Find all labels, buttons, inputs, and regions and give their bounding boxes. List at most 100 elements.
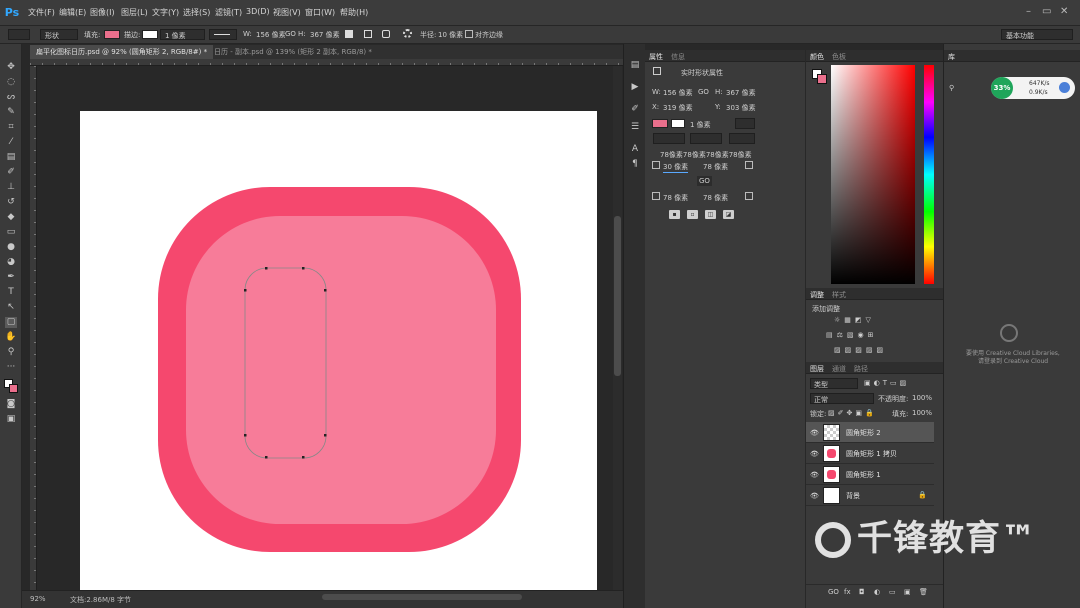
exclude-shape-icon[interactable]: ◪ — [723, 210, 734, 219]
paragraph-panel-icon[interactable]: ¶ — [629, 159, 641, 170]
menu-help[interactable]: 帮助(H) — [340, 7, 368, 18]
rounded-rectangle-tool-icon[interactable]: ▢ — [5, 317, 17, 328]
screen-mode-icon[interactable]: ▣ — [5, 414, 17, 425]
prop-stroke-dropdown[interactable] — [735, 118, 755, 129]
prop-caps-dropdown[interactable] — [690, 133, 722, 144]
menu-3d[interactable]: 3D(D) — [246, 7, 270, 16]
lock-icons[interactable]: ▨✐✥▣🔒 — [828, 409, 877, 417]
fx-icon[interactable]: fx — [844, 588, 851, 596]
prop-w-field[interactable]: 156 像素 — [663, 88, 693, 98]
gradient-tool-icon[interactable]: ▭ — [5, 227, 17, 238]
adjustment-icons-row-2[interactable]: ▤⚖▧◉⊞ — [826, 331, 877, 339]
menu-window[interactable]: 窗口(W) — [305, 7, 335, 18]
path-arrangement-icon[interactable] — [382, 30, 390, 38]
color-bg-swatch[interactable] — [817, 74, 827, 84]
prop-h-field[interactable]: 367 像素 — [726, 88, 756, 98]
tab-libraries[interactable]: 库 — [948, 52, 955, 62]
adjustment-icons-row-3[interactable]: ▨▨▨▨▨ — [834, 346, 887, 354]
canvas-vertical-scrollbar[interactable] — [613, 66, 622, 590]
layer-filter-icons[interactable]: ▣◐T▭▨ — [864, 379, 909, 387]
opacity-field[interactable]: 100% — [912, 394, 932, 402]
document-canvas[interactable] — [80, 111, 597, 590]
menu-view[interactable]: 视图(V) — [273, 7, 301, 18]
radius-field[interactable]: 10 像素 — [438, 30, 463, 40]
brush-presets-icon[interactable]: ✐ — [629, 104, 641, 115]
character-panel-icon[interactable]: A — [629, 144, 641, 155]
w-field[interactable]: 156 像素 — [256, 30, 286, 40]
more-tools-icon[interactable]: ··· — [5, 362, 17, 373]
tab-calendar-copy-doc[interactable]: 日历 - 副本.psd @ 139% (矩形 2 副本, RGB/8) * — [208, 45, 378, 59]
prop-link-icon[interactable]: GO — [698, 88, 709, 96]
marquee-tool-icon[interactable]: ◌ — [5, 77, 17, 88]
inner-rounded-rectangle[interactable] — [186, 216, 496, 524]
restore-icon[interactable]: ▭ — [1042, 6, 1051, 17]
eyedropper-tool-icon[interactable]: ⁄ — [5, 137, 17, 148]
menu-file[interactable]: 文件(F) — [28, 7, 55, 18]
new-layer-icon[interactable]: ▣ — [904, 588, 911, 596]
dodge-tool-icon[interactable]: ◕ — [5, 257, 17, 268]
gear-icon[interactable] — [403, 29, 412, 38]
layer-row-rounded-rect-1-copy[interactable]: 👁 圆角矩形 1 拷贝 — [806, 443, 934, 464]
prop-corners-dropdown[interactable] — [729, 133, 755, 144]
lasso-tool-icon[interactable]: ᔕ — [5, 92, 17, 103]
prop-x-field[interactable]: 319 像素 — [663, 103, 693, 113]
horizontal-scroll-thumb[interactable] — [322, 594, 522, 600]
layer-name[interactable]: 圆角矩形 1 — [846, 470, 881, 480]
prop-stroke-swatch[interactable] — [671, 119, 685, 128]
blur-tool-icon[interactable]: ● — [5, 242, 17, 253]
path-selection-tool-icon[interactable]: ↖ — [5, 302, 17, 313]
path-operations-icon[interactable] — [345, 30, 353, 38]
tab-channels[interactable]: 通道 — [832, 364, 846, 374]
layer-row-background[interactable]: 👁 背景 🔒 — [806, 485, 934, 506]
tab-calendar-icon-doc[interactable]: 扁平化图标日历.psd @ 92% (圆角矩形 2, RGB/8#) * — [30, 45, 214, 59]
layer-name[interactable]: 圆角矩形 2 — [846, 428, 881, 438]
healing-brush-tool-icon[interactable]: ▤ — [5, 152, 17, 163]
hue-slider[interactable] — [924, 65, 934, 284]
prop-align-dropdown[interactable] — [653, 133, 685, 144]
quick-select-tool-icon[interactable]: ✎ — [5, 107, 17, 118]
tab-properties[interactable]: 属性 — [649, 52, 663, 62]
layer-row-rounded-rect-2[interactable]: 👁 圆角矩形 2 — [806, 422, 934, 443]
add-mask-icon[interactable]: ◘ — [859, 588, 865, 596]
menu-filter[interactable]: 滤镜(T) — [215, 7, 242, 18]
h-field[interactable]: 367 像素 — [310, 30, 340, 40]
eye-icon[interactable]: 👁 — [810, 471, 819, 479]
corner-bl-field[interactable]: 78 像素 — [663, 193, 688, 203]
vertical-scroll-thumb[interactable] — [614, 216, 621, 376]
path-alignment-icon[interactable] — [364, 30, 372, 38]
eye-icon[interactable]: 👁 — [810, 450, 819, 458]
tab-swatches[interactable]: 色板 — [832, 52, 846, 62]
group-icon[interactable]: ▭ — [889, 588, 896, 596]
prop-y-field[interactable]: 303 像素 — [726, 103, 756, 113]
type-tool-icon[interactable]: T — [5, 287, 17, 298]
stroke-type-select[interactable] — [209, 29, 237, 40]
tab-color[interactable]: 颜色 — [810, 52, 824, 62]
brush-tool-icon[interactable]: ✐ — [5, 167, 17, 178]
tool-preset-picker[interactable] — [8, 29, 30, 40]
menu-select[interactable]: 选择(S) — [183, 7, 210, 18]
crop-tool-icon[interactable]: ⌗ — [5, 122, 17, 133]
blend-mode-select[interactable]: 正常 — [810, 393, 874, 404]
adjustment-icons-row-1[interactable]: ☼▦◩▽ — [834, 316, 875, 324]
pen-tool-icon[interactable]: ✒ — [5, 272, 17, 283]
corner-tr-checkbox[interactable] — [745, 161, 753, 169]
corner-link-icon[interactable]: GO — [697, 176, 712, 186]
prop-stroke-width[interactable]: 1 像素 — [690, 120, 711, 130]
layer-name[interactable]: 背景 — [846, 491, 860, 501]
workspace-select[interactable]: 基本功能 — [1001, 29, 1073, 40]
corner-tl-field[interactable]: 30 像素 — [663, 162, 689, 173]
prop-fill-swatch[interactable] — [652, 119, 668, 128]
move-tool-icon[interactable]: ✥ — [5, 62, 17, 73]
mode-select[interactable]: 形状 — [40, 29, 78, 40]
fill-swatch[interactable] — [104, 30, 120, 39]
history-panel-icon[interactable]: ▤ — [629, 60, 641, 71]
eye-icon[interactable]: 👁 — [810, 429, 819, 437]
menu-edit[interactable]: 编辑(E) — [59, 7, 86, 18]
layer-row-rounded-rect-1[interactable]: 👁 圆角矩形 1 — [806, 464, 934, 485]
tab-adjustments[interactable]: 调整 — [810, 290, 824, 300]
fill-opacity-field[interactable]: 100% — [912, 409, 932, 417]
adjustment-layer-icon[interactable]: ◐ — [874, 588, 880, 596]
color-saturation-field[interactable] — [831, 65, 915, 284]
history-brush-tool-icon[interactable]: ↺ — [5, 197, 17, 208]
document-size[interactable]: 文档:2.86M/8 字节 — [70, 595, 131, 605]
